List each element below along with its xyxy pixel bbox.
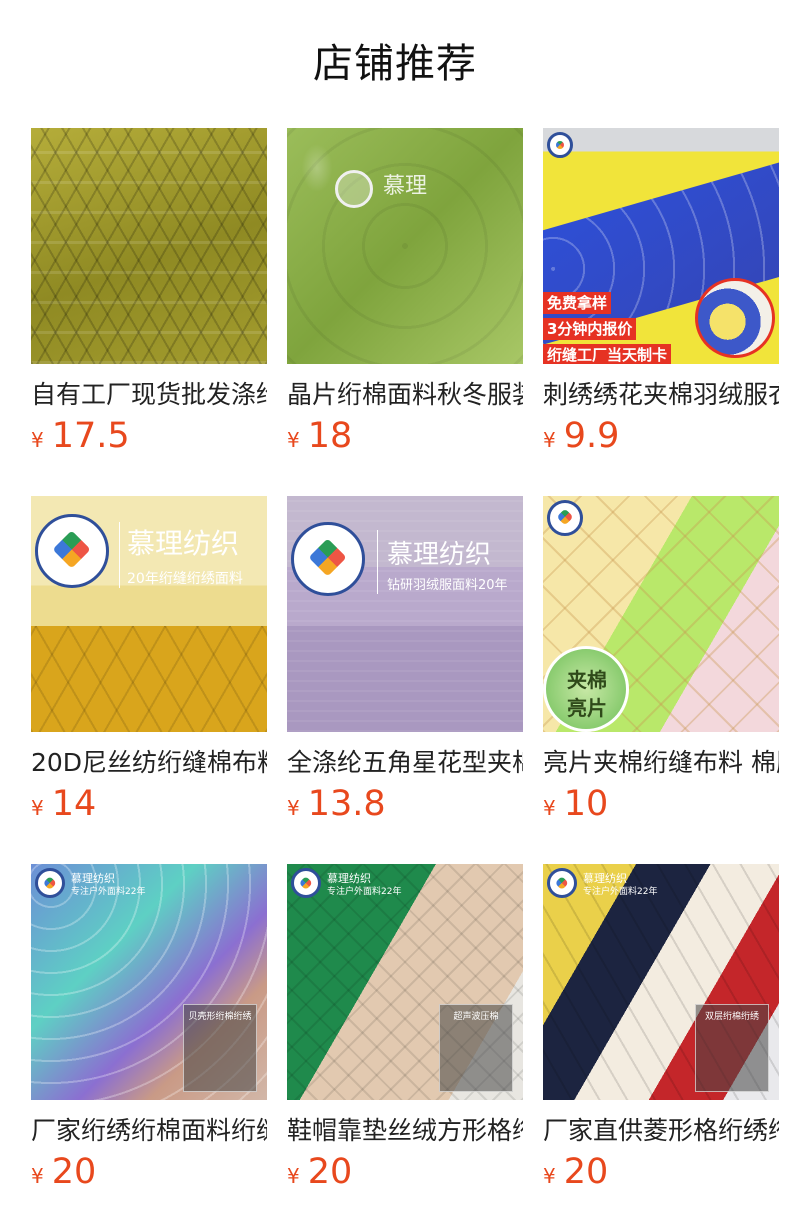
quilt-pattern-graphic bbox=[31, 626, 267, 732]
currency-symbol: ¥ bbox=[543, 796, 556, 820]
brand-logo-icon bbox=[35, 514, 109, 588]
product-card[interactable]: 免费拿样 3分钟内报价 绗缝工厂当天制卡 刺绣绣花夹棉羽绒服衣 ¥9.9 bbox=[543, 128, 779, 464]
product-image[interactable]: 慕理纺织 钻研羽绒服面料20年 bbox=[287, 496, 523, 732]
price-value: 10 bbox=[563, 784, 609, 824]
currency-symbol: ¥ bbox=[287, 1164, 300, 1188]
brand-logo-icon bbox=[547, 868, 577, 898]
product-card[interactable]: 慕理 晶片绗棉面料秋冬服装 ¥18 bbox=[287, 128, 523, 464]
quilted-label: 夹棉 bbox=[567, 668, 607, 692]
product-title[interactable]: 全涤纶五角星花型夹棉 bbox=[287, 746, 523, 780]
product-image[interactable]: 免费拿样 3分钟内报价 绗缝工厂当天制卡 bbox=[543, 128, 779, 364]
product-card[interactable]: 夹棉 亮片 亮片夹棉绗缝布料 棉服 ¥10 bbox=[543, 496, 779, 832]
product-price: ¥20 bbox=[543, 1152, 608, 1192]
brand-logo-icon bbox=[35, 868, 65, 898]
product-card[interactable]: 慕理纺织 专注户外面料22年 双层绗棉绗绣 厂家直供菱形格绗绣绗 ¥20 bbox=[543, 864, 779, 1200]
price-value: 20 bbox=[51, 1152, 97, 1192]
factory-tag: 绗缝工厂当天制卡 bbox=[543, 344, 672, 364]
product-title[interactable]: 厂家直供菱形格绗绣绗 bbox=[543, 1114, 779, 1148]
product-card[interactable]: 自有工厂现货批发涤纶 ¥17.5 bbox=[31, 128, 267, 464]
spec-card: 超声波压棉 bbox=[439, 1004, 513, 1092]
product-price: ¥20 bbox=[31, 1152, 96, 1192]
product-image[interactable]: 慕理 bbox=[287, 128, 523, 364]
price-value: 9.9 bbox=[563, 416, 620, 456]
product-price: ¥10 bbox=[543, 784, 608, 824]
price-value: 20 bbox=[563, 1152, 609, 1192]
brand-name-text: 慕理纺织 bbox=[127, 527, 240, 560]
product-card[interactable]: 慕理纺织 钻研羽绒服面料20年 全涤纶五角星花型夹棉 ¥13.8 bbox=[287, 496, 523, 832]
brand-logo-icon bbox=[291, 868, 321, 898]
product-price: ¥20 bbox=[287, 1152, 352, 1192]
fabric-closeup-icon bbox=[695, 278, 775, 358]
product-card[interactable]: 慕理纺织 专注户外面料22年 贝壳形绗棉绗绣 厂家绗绣绗棉面料绗缝 ¥20 bbox=[31, 864, 267, 1200]
product-card[interactable]: 慕理纺织 专注户外面料22年 超声波压棉 鞋帽靠垫丝绒方形格绗 ¥20 bbox=[287, 864, 523, 1200]
brand-logo-icon bbox=[547, 500, 583, 536]
spec-card: 贝壳形绗棉绗绣 bbox=[183, 1004, 257, 1092]
price-value: 17.5 bbox=[51, 416, 130, 456]
price-value: 14 bbox=[51, 784, 97, 824]
product-price: ¥18 bbox=[287, 416, 352, 456]
currency-symbol: ¥ bbox=[287, 428, 300, 452]
currency-symbol: ¥ bbox=[543, 1164, 556, 1188]
divider-line bbox=[377, 530, 378, 594]
brand-logo-icon bbox=[335, 170, 373, 208]
product-image[interactable]: 慕理纺织 专注户外面料22年 双层绗棉绗绣 bbox=[543, 864, 779, 1100]
section-title: 店铺推荐 bbox=[313, 41, 477, 87]
price-value: 18 bbox=[307, 416, 353, 456]
product-card[interactable]: 慕理纺织 20年绗缝绗绣面料 20D尼丝纺绗缝棉布料 ¥14 bbox=[31, 496, 267, 832]
brand-logo-icon bbox=[547, 132, 573, 158]
product-image[interactable]: 慕理纺织 专注户外面料22年 贝壳形绗棉绗绣 bbox=[31, 864, 267, 1100]
currency-symbol: ¥ bbox=[31, 796, 44, 820]
spec-card-title: 贝壳形绗棉绗绣 bbox=[188, 1012, 252, 1022]
brand-logo-icon bbox=[291, 522, 365, 596]
divider-line bbox=[119, 522, 120, 588]
product-title[interactable]: 亮片夹棉绗缝布料 棉服 bbox=[543, 746, 779, 780]
product-image[interactable]: 慕理纺织 20年绗缝绗绣面料 bbox=[31, 496, 267, 732]
price-value: 20 bbox=[307, 1152, 353, 1192]
brand-slogan-text: 专注户外面料22年 bbox=[71, 887, 146, 897]
product-image[interactable] bbox=[31, 128, 267, 364]
product-price: ¥9.9 bbox=[543, 416, 619, 456]
product-image[interactable]: 慕理纺织 专注户外面料22年 超声波压棉 bbox=[287, 864, 523, 1100]
currency-symbol: ¥ bbox=[543, 428, 556, 452]
currency-symbol: ¥ bbox=[287, 796, 300, 820]
spec-card-title: 双层绗棉绗绣 bbox=[704, 1012, 759, 1022]
product-title[interactable]: 晶片绗棉面料秋冬服装 bbox=[287, 378, 523, 412]
quote-tag: 3分钟内报价 bbox=[543, 318, 637, 340]
sequin-label: 亮片 bbox=[567, 696, 607, 720]
spec-card-title: 超声波压棉 bbox=[453, 1012, 499, 1022]
brand-name-text: 慕理 bbox=[383, 174, 428, 199]
spec-card: 双层绗棉绗绣 bbox=[695, 1004, 769, 1092]
brand-slogan-text: 20年绗缝绗绣面料 bbox=[127, 571, 243, 587]
product-title[interactable]: 厂家绗绣绗棉面料绗缝 bbox=[31, 1114, 267, 1148]
product-title[interactable]: 鞋帽靠垫丝绒方形格绗 bbox=[287, 1114, 523, 1148]
product-title[interactable]: 刺绣绣花夹棉羽绒服衣 bbox=[543, 378, 779, 412]
product-grid: 自有工厂现货批发涤纶 ¥17.5 慕理 晶片绗棉面料秋冬服装 ¥18 免费拿样 … bbox=[31, 128, 779, 1200]
product-title[interactable]: 自有工厂现货批发涤纶 bbox=[31, 378, 267, 412]
product-price: ¥14 bbox=[31, 784, 96, 824]
currency-symbol: ¥ bbox=[31, 1164, 44, 1188]
price-value: 13.8 bbox=[307, 784, 386, 824]
brand-name-text: 慕理纺织 bbox=[387, 540, 492, 570]
brand-slogan-text: 钻研羽绒服面料20年 bbox=[387, 578, 508, 593]
brand-slogan-text: 专注户外面料22年 bbox=[327, 887, 402, 897]
product-image[interactable]: 夹棉 亮片 bbox=[543, 496, 779, 732]
product-price: ¥17.5 bbox=[31, 416, 130, 456]
product-price: ¥13.8 bbox=[287, 784, 386, 824]
brand-slogan-text: 专注户外面料22年 bbox=[583, 887, 658, 897]
free-sample-tag: 免费拿样 bbox=[543, 292, 612, 314]
currency-symbol: ¥ bbox=[31, 428, 44, 452]
product-title[interactable]: 20D尼丝纺绗缝棉布料 bbox=[31, 746, 267, 780]
